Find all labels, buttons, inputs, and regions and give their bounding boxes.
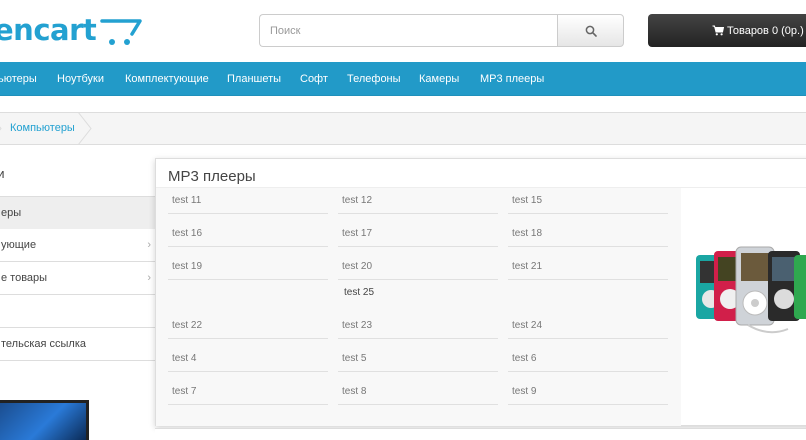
- menu-item-mp3-players[interactable]: MP3 плееры: [480, 73, 544, 85]
- search-bar: [259, 14, 624, 47]
- store-logo[interactable]: encart: [0, 10, 146, 50]
- dropdown-item[interactable]: test 6: [508, 348, 668, 372]
- dropdown-item[interactable]: test 8: [338, 381, 498, 405]
- dropdown-item[interactable]: test 18: [508, 223, 668, 247]
- dropdown-item[interactable]: test 19: [168, 256, 328, 280]
- dropdown-item[interactable]: test 22: [168, 315, 328, 339]
- menu-item-phones[interactable]: Телефоны: [347, 73, 401, 85]
- dropdown-item[interactable]: test 20: [338, 256, 498, 280]
- dropdown-item[interactable]: test 16: [168, 223, 328, 247]
- banner-monitor-image[interactable]: [0, 400, 89, 440]
- dropdown-item[interactable]: test 15: [508, 190, 668, 214]
- dropdown-item[interactable]: test 7: [168, 381, 328, 405]
- category-list: еры ующие › е товары › тельская ссылка: [0, 196, 156, 361]
- breadcrumb-link-computers[interactable]: Компьютеры: [10, 122, 75, 134]
- breadcrumb-separator: [0, 126, 2, 131]
- dropdown-title[interactable]: MP3 плееры: [168, 168, 256, 185]
- category-label: ующие: [1, 239, 37, 251]
- breadcrumb-separator: [77, 112, 92, 145]
- content-divider: [155, 428, 806, 440]
- search-input[interactable]: [259, 14, 557, 47]
- shopping-cart-icon: [712, 25, 724, 36]
- mp3-player-image[interactable]: [688, 203, 806, 381]
- search-icon: [585, 25, 597, 37]
- category-item[interactable]: е товары ›: [0, 262, 156, 295]
- mp3-players-illustration: [696, 246, 806, 334]
- chevron-right-icon: ›: [147, 272, 151, 284]
- dropdown-item[interactable]: test 11: [168, 190, 328, 214]
- cart-label: Товаров 0 (0р.): [727, 24, 804, 37]
- category-item[interactable]: ующие ›: [0, 229, 156, 262]
- dropdown-item[interactable]: test 24: [508, 315, 668, 339]
- menu-item-computers[interactable]: ьютеры: [0, 73, 37, 85]
- menu-item-software[interactable]: Софт: [300, 73, 328, 85]
- category-item[interactable]: [0, 295, 156, 328]
- dropdown-item[interactable]: test 25: [340, 282, 500, 306]
- menu-item-laptops[interactable]: Ноутбуки: [57, 73, 104, 85]
- dropdown-item[interactable]: test 23: [338, 315, 498, 339]
- mp3-players-dropdown: MP3 плееры test 11 test 12 test 15 test …: [155, 158, 806, 426]
- menu-item-tablets[interactable]: Планшеты: [227, 73, 281, 85]
- category-label: еры: [1, 206, 22, 219]
- dropdown-item[interactable]: test 17: [338, 223, 498, 247]
- menu-item-cameras[interactable]: Камеры: [419, 73, 459, 85]
- dropdown-item[interactable]: test 12: [338, 190, 498, 214]
- search-button[interactable]: [557, 14, 624, 47]
- logo-text: encart: [0, 13, 97, 47]
- dropdown-item[interactable]: test 4: [168, 348, 328, 372]
- menu-item-components[interactable]: Комплектующие: [125, 73, 209, 85]
- chevron-right-icon: ›: [147, 239, 151, 251]
- dropdown-items: test 11 test 12 test 15 test 16 test 17 …: [156, 188, 681, 426]
- dropdown-item[interactable]: test 9: [508, 381, 668, 405]
- breadcrumb: Компьютеры: [0, 112, 806, 145]
- category-label: тельская ссылка: [1, 338, 86, 350]
- main-menu: ьютеры Ноутбуки Комплектующие Планшеты С…: [0, 62, 806, 96]
- category-item[interactable]: тельская ссылка: [0, 328, 156, 361]
- cart-button[interactable]: Товаров 0 (0р.): [648, 14, 806, 47]
- category-label: е товары: [1, 272, 48, 284]
- dropdown-item[interactable]: test 21: [508, 256, 668, 280]
- logo-cart-icon: [100, 19, 142, 45]
- category-item[interactable]: еры: [0, 196, 156, 229]
- dropdown-item[interactable]: test 5: [338, 348, 498, 372]
- categories-heading: ии: [0, 166, 5, 181]
